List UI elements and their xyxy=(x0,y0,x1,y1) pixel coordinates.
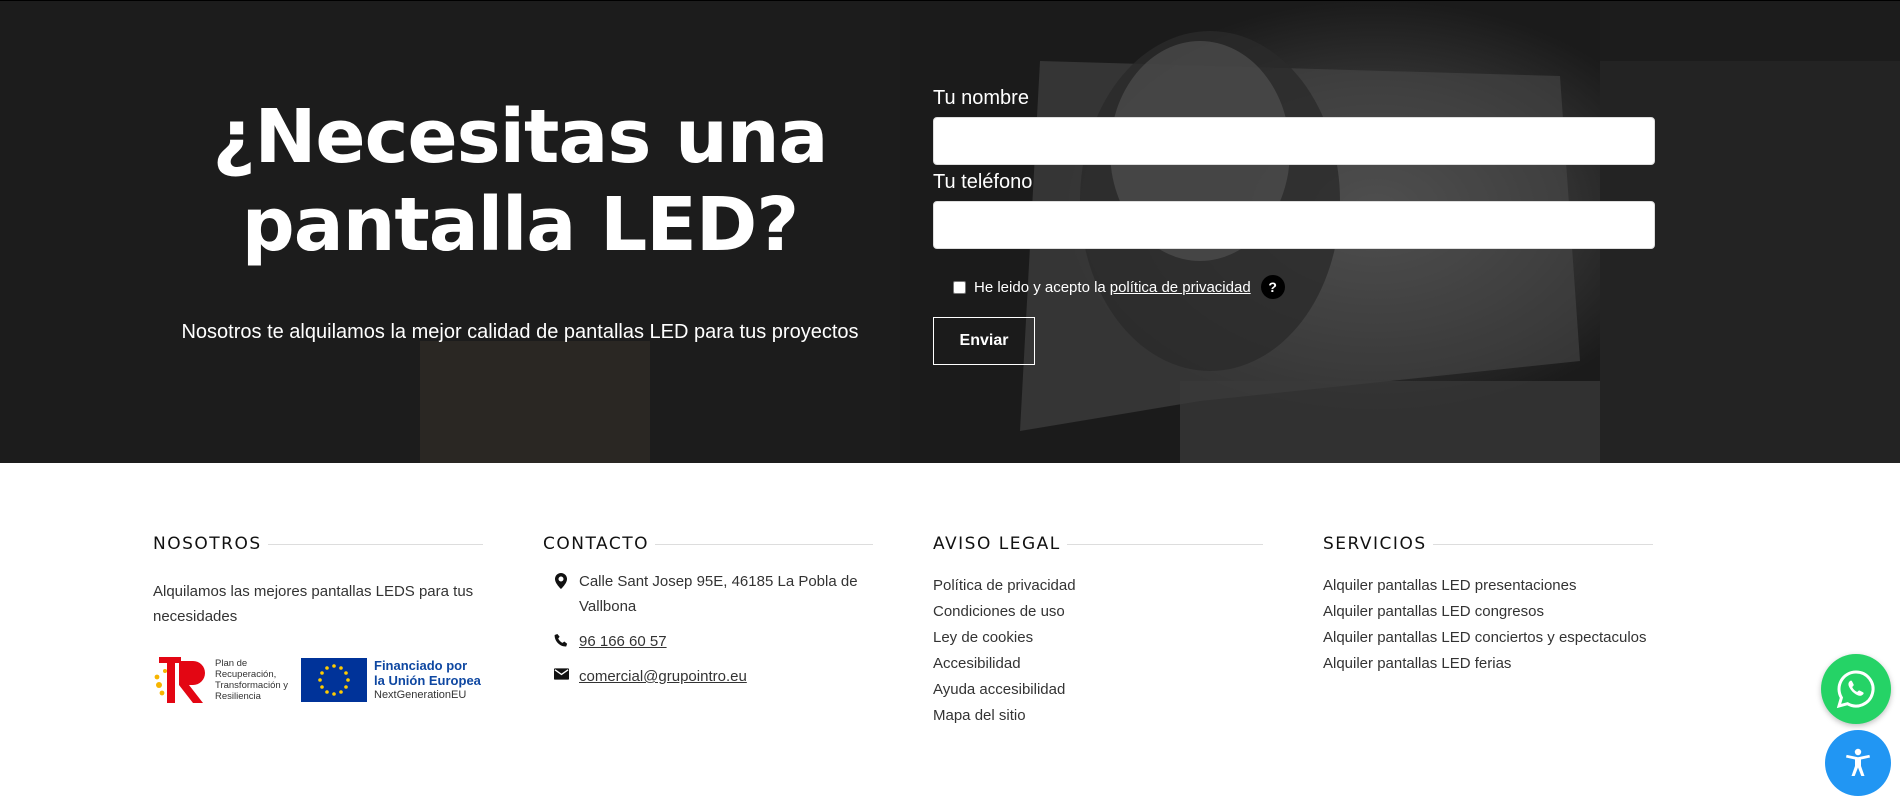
service-links: Alquiler pantallas LED presentaciones Al… xyxy=(1323,573,1653,677)
heading-divider xyxy=(267,543,483,545)
link-ayuda-accesibilidad[interactable]: Ayuda accesibilidad xyxy=(933,677,1263,703)
contact-list: Calle Sant Josep 95E, 46185 La Pobla de … xyxy=(543,569,873,689)
eu-flag-icon xyxy=(301,658,367,702)
hero-title-line-2: pantalla LED? xyxy=(241,182,799,268)
footer-heading-contacto: CONTACTO xyxy=(543,533,873,555)
contact-form: Tu nombre Tu teléfono He leido y acepto … xyxy=(933,87,1655,365)
footer-title-contacto: CONTACTO xyxy=(543,534,649,554)
prtr-logo: Plan de Recuperación, Transformación y R… xyxy=(153,655,295,705)
link-servicio-conciertos[interactable]: Alquiler pantallas LED conciertos y espe… xyxy=(1323,625,1653,651)
heading-divider xyxy=(1066,543,1263,545)
hero-title: ¿Necesitas una pantalla LED? xyxy=(140,93,900,269)
link-servicio-congresos[interactable]: Alquiler pantallas LED congresos xyxy=(1323,599,1653,625)
hero-title-line-1: ¿Necesitas una xyxy=(212,94,829,180)
footer-title-nosotros: NOSOTROS xyxy=(153,534,262,554)
link-mapa-sitio[interactable]: Mapa del sitio xyxy=(933,703,1263,729)
whatsapp-button[interactable] xyxy=(1821,654,1891,724)
accessibility-button[interactable] xyxy=(1825,730,1891,796)
footer-column-contacto: CONTACTO Calle Sant Josep 95E, 46185 La … xyxy=(543,533,873,689)
footer-title-servicios: SERVICIOS xyxy=(1323,534,1427,554)
footer-title-aviso-legal: AVISO LEGAL xyxy=(933,534,1061,554)
hero-heading-block: ¿Necesitas una pantalla LED? Nosotros te… xyxy=(140,93,900,344)
footer-column-nosotros: NOSOTROS Alquilamos las mejores pantalla… xyxy=(153,533,483,705)
link-servicio-ferias[interactable]: Alquiler pantallas LED ferias xyxy=(1323,651,1653,677)
phone-icon xyxy=(543,629,579,648)
link-politica-privacidad[interactable]: Política de privacidad xyxy=(933,573,1263,599)
link-servicio-presentaciones[interactable]: Alquiler pantallas LED presentaciones xyxy=(1323,573,1653,599)
funding-logos: Plan de Recuperación, Transformación y R… xyxy=(153,655,483,705)
prtr-logo-text: Plan de Recuperación, Transformación y R… xyxy=(215,658,289,702)
privacy-consent: He leido y acepto la política de privaci… xyxy=(953,275,1655,299)
hero-subtitle: Nosotros te alquilamos la mejor calidad … xyxy=(181,321,859,343)
privacy-checkbox[interactable] xyxy=(953,280,966,294)
eu-logo: Financiado por la Unión Europea NextGene… xyxy=(301,658,481,702)
footer-column-aviso-legal: AVISO LEGAL Política de privacidad Condi… xyxy=(933,533,1263,729)
legal-links: Política de privacidad Condiciones de us… xyxy=(933,573,1263,729)
nosotros-description: Alquilamos las mejores pantallas LEDS pa… xyxy=(153,583,474,625)
help-icon[interactable]: ? xyxy=(1260,275,1285,299)
footer: NOSOTROS Alquilamos las mejores pantalla… xyxy=(0,463,1900,804)
phone-input[interactable] xyxy=(933,201,1655,249)
consent-text: He leido y acepto la xyxy=(974,278,1106,296)
link-ley-cookies[interactable]: Ley de cookies xyxy=(933,625,1263,651)
privacy-policy-link[interactable]: política de privacidad xyxy=(1110,279,1251,296)
eu-logo-text: Financiado por la Unión Europea NextGene… xyxy=(374,658,481,702)
email-link[interactable]: comercial@grupointro.eu xyxy=(579,664,747,689)
prtr-logo-mark xyxy=(154,657,205,703)
eu-logo-line-2: la Unión Europea xyxy=(374,673,481,688)
name-input[interactable] xyxy=(933,117,1655,165)
contact-email: comercial@grupointro.eu xyxy=(543,664,873,689)
phone-label: Tu teléfono xyxy=(933,171,1033,193)
contact-phone: 96 166 60 57 xyxy=(543,629,873,654)
eu-logo-line-1: Financiado por xyxy=(374,658,468,673)
eu-logo-line-3: NextGenerationEU xyxy=(374,689,467,701)
phone-link[interactable]: 96 166 60 57 xyxy=(579,629,667,654)
whatsapp-icon xyxy=(1836,670,1875,709)
footer-heading-aviso-legal: AVISO LEGAL xyxy=(933,533,1263,555)
accessibility-icon xyxy=(1846,748,1870,776)
address-text: Calle Sant Josep 95E, 46185 La Pobla de … xyxy=(579,573,858,615)
map-marker-icon xyxy=(543,569,579,589)
footer-heading-servicios: SERVICIOS xyxy=(1323,533,1653,555)
heading-divider xyxy=(655,543,873,545)
envelope-icon xyxy=(543,664,579,680)
footer-column-servicios: SERVICIOS Alquiler pantallas LED present… xyxy=(1323,533,1653,677)
submit-button[interactable]: Enviar xyxy=(933,317,1035,365)
link-condiciones-uso[interactable]: Condiciones de uso xyxy=(933,599,1263,625)
heading-divider xyxy=(1432,543,1653,545)
hero-section: ¿Necesitas una pantalla LED? Nosotros te… xyxy=(0,0,1900,463)
name-label: Tu nombre xyxy=(933,87,1029,109)
link-accesibilidad[interactable]: Accesibilidad xyxy=(933,651,1263,677)
contact-address: Calle Sant Josep 95E, 46185 La Pobla de … xyxy=(543,569,873,619)
footer-heading-nosotros: NOSOTROS xyxy=(153,533,483,555)
